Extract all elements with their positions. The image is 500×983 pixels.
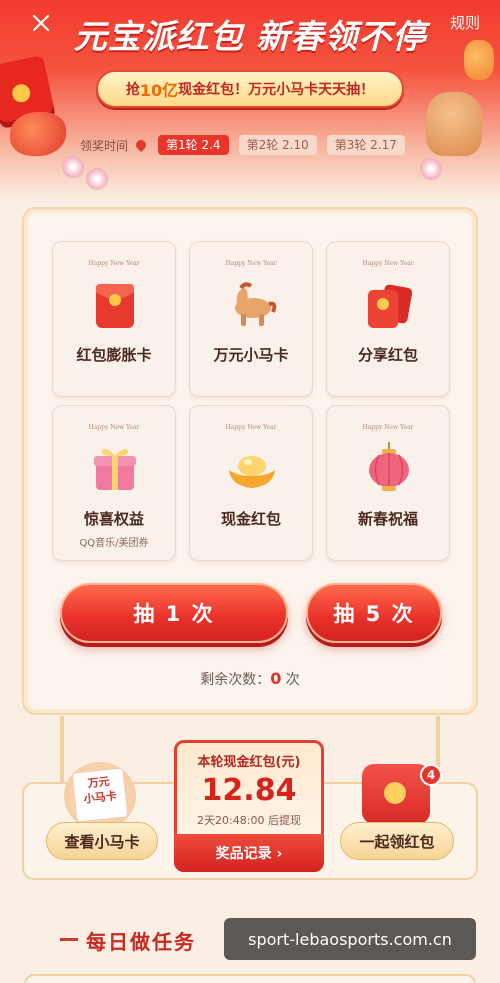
prize-tile-expand-card[interactable]: Happy New Year 红包膨胀卡 xyxy=(52,241,176,397)
tile-name: 新春祝福 xyxy=(357,510,418,528)
page-title: 元宝派红包 新春领不停 xyxy=(73,17,427,56)
tile-caption: Happy New Year xyxy=(362,260,414,267)
section-divider xyxy=(60,938,78,941)
gift-box-icon xyxy=(94,448,136,490)
withdraw-countdown: 2天20:48:00 后提现 xyxy=(197,814,301,827)
location-pin-icon xyxy=(133,137,149,153)
header: 元宝派红包 新春领不停 规则 抢 10亿 现金红包！万元小马卡天天抽！ 领奖时间… xyxy=(0,0,500,200)
notification-badge: 4 xyxy=(420,764,442,786)
cash-envelope-box: 本轮现金红包(元) 12.84 2天20:48:00 后提现 奖品记录 › xyxy=(174,740,324,872)
remaining-draws: 剩余次数：0 次 xyxy=(24,669,476,689)
horse-card-thumbnail: 万元 小马卡 xyxy=(71,767,129,823)
tile-name: 分享红包 xyxy=(357,346,418,364)
tile-name: 红包膨胀卡 xyxy=(76,346,152,364)
round-tab-1[interactable]: 第1轮 2.4 xyxy=(158,135,229,155)
red-envelope-icon xyxy=(96,284,134,328)
watermark: sport-lebaosports.com.cn xyxy=(224,918,476,960)
gold-ingot-icon xyxy=(229,456,275,488)
prize-tile-horse-card[interactable]: Happy New Year 万元小马卡 xyxy=(189,241,313,397)
prize-tile-share-envelope[interactable]: Happy New Year 分享红包 xyxy=(326,241,450,397)
tile-caption: Happy New Year xyxy=(88,260,140,267)
task-list-top xyxy=(24,974,476,983)
banner-prefix: 抢 xyxy=(125,82,140,98)
blossom-decoration xyxy=(62,156,84,178)
round-tab-3[interactable]: 第3轮 2.17 xyxy=(326,135,405,155)
view-horse-card-button[interactable]: 查看小马卡 xyxy=(46,822,158,860)
remain-prefix: 剩余次数： xyxy=(200,672,271,688)
round-selector: 领奖时间 第1轮 2.4 第2轮 2.10 第3轮 2.17 xyxy=(80,134,420,156)
tile-name: 万元小马卡 xyxy=(213,346,289,364)
cash-amount: 12.84 xyxy=(201,773,297,808)
cash-title: 本轮现金红包(元) xyxy=(197,755,301,770)
draw-card: Happy New Year 红包膨胀卡 Happy New Year 万元小马… xyxy=(22,207,478,715)
decor-connector xyxy=(60,716,64,782)
blossom-decoration xyxy=(420,158,442,180)
round-label: 领奖时间 xyxy=(80,138,129,153)
koi-fish-decoration xyxy=(10,112,66,156)
banner-highlight: 10亿 xyxy=(139,81,179,100)
prize-tile-cash-envelope[interactable]: Happy New Year 现金红包 xyxy=(189,405,313,561)
prize-tile-new-year-blessing[interactable]: Happy New Year 新春祝福 xyxy=(326,405,450,561)
horse-icon xyxy=(235,282,277,326)
remain-suffix: 次 xyxy=(281,672,300,688)
tile-caption: Happy New Year xyxy=(362,424,414,431)
draw-five-button[interactable]: 抽 5 次 xyxy=(306,583,442,643)
lantern-icon xyxy=(369,442,409,491)
round-tab-2[interactable]: 第2轮 2.10 xyxy=(238,135,317,155)
promo-banner: 抢 10亿 现金红包！万元小马卡天天抽！ xyxy=(96,70,404,108)
tile-name: 现金红包 xyxy=(220,510,281,528)
remain-count: 0 xyxy=(270,669,282,688)
tile-caption: Happy New Year xyxy=(225,424,277,431)
share-envelope-icon xyxy=(368,284,413,328)
tile-name: 惊喜权益 xyxy=(83,510,144,528)
tile-caption: Happy New Year xyxy=(88,424,140,431)
horse-decoration xyxy=(426,92,482,156)
prize-records-button[interactable]: 奖品记录 › xyxy=(174,834,324,872)
draw-once-button[interactable]: 抽 1 次 xyxy=(60,583,288,643)
blossom-decoration xyxy=(86,168,108,190)
prize-tile-surprise-benefit[interactable]: Happy New Year 惊喜权益 QQ音乐/美团券 xyxy=(52,405,176,561)
tile-caption: Happy New Year xyxy=(225,260,277,267)
daily-tasks-title: 每日做任务 xyxy=(86,930,196,954)
rules-link[interactable]: 规则 xyxy=(450,12,480,33)
tile-subtitle: QQ音乐/美团券 xyxy=(79,538,149,549)
banner-suffix: 现金红包！万元小马卡天天抽！ xyxy=(178,82,375,98)
collect-together-button[interactable]: 一起领红包 xyxy=(340,822,454,860)
